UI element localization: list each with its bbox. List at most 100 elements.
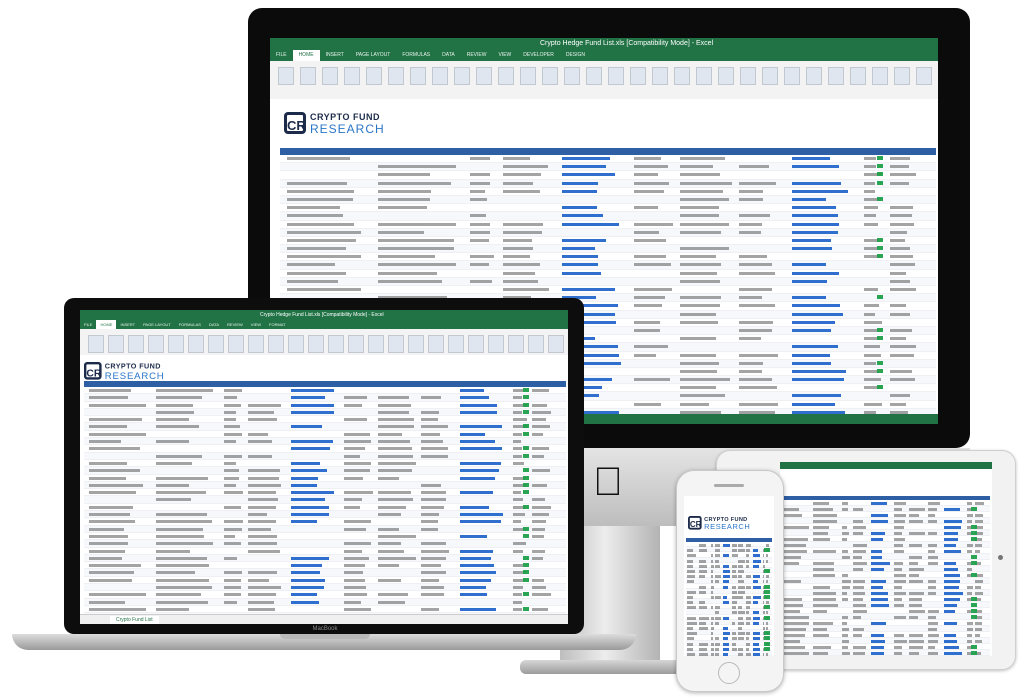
ribbon-tab[interactable]: FILE xyxy=(270,50,293,61)
table-row[interactable] xyxy=(84,562,566,570)
ribbon-tab[interactable]: REVIEW xyxy=(223,320,247,329)
table-row[interactable] xyxy=(280,237,936,246)
ribbon-button[interactable] xyxy=(88,335,104,353)
ribbon-button[interactable] xyxy=(652,67,668,85)
ribbon-button[interactable] xyxy=(108,335,124,353)
ribbon-tab[interactable]: REVIEW xyxy=(461,50,493,61)
ribbon-button[interactable] xyxy=(348,335,364,353)
ribbon-button[interactable] xyxy=(300,67,316,85)
table-row[interactable] xyxy=(280,188,936,196)
ribbon-tab[interactable]: DATA xyxy=(205,320,223,329)
ribbon-tab[interactable]: DESIGN xyxy=(560,50,591,61)
ribbon-button[interactable] xyxy=(916,67,932,85)
ribbon-button[interactable] xyxy=(850,67,866,85)
ribbon-tab[interactable]: VIEW xyxy=(247,320,265,329)
table-row[interactable] xyxy=(84,489,566,497)
table-row[interactable] xyxy=(84,504,566,512)
table-row[interactable] xyxy=(280,261,936,270)
table-row[interactable] xyxy=(84,606,566,614)
ribbon-button[interactable] xyxy=(328,335,344,353)
ribbon-button[interactable] xyxy=(410,67,426,85)
table-row[interactable] xyxy=(84,423,566,431)
fund-table[interactable] xyxy=(84,387,566,624)
ribbon-button[interactable] xyxy=(468,335,484,353)
ribbon-button[interactable] xyxy=(520,67,536,85)
ribbon-button[interactable] xyxy=(528,335,544,353)
table-row[interactable] xyxy=(84,431,566,439)
table-row[interactable] xyxy=(280,204,936,213)
ribbon-tab[interactable]: VIEW xyxy=(492,50,517,61)
ribbon-button[interactable] xyxy=(586,67,602,85)
table-row[interactable] xyxy=(84,438,566,446)
table-row[interactable] xyxy=(84,408,566,417)
ribbon-button[interactable] xyxy=(488,335,504,353)
table-row[interactable] xyxy=(84,402,566,409)
ribbon-button[interactable] xyxy=(432,67,448,85)
ribbon-button[interactable] xyxy=(288,335,304,353)
table-row[interactable] xyxy=(84,416,566,424)
ribbon-tab[interactable]: HOME xyxy=(96,320,117,329)
ribbon-button[interactable] xyxy=(268,335,284,353)
ribbon-tab[interactable]: PAGE LAYOUT xyxy=(350,50,397,61)
fund-table[interactable] xyxy=(782,500,990,656)
ribbon-button[interactable] xyxy=(388,335,404,353)
table-row[interactable] xyxy=(280,245,936,254)
ribbon-button[interactable] xyxy=(894,67,910,85)
ribbon-tab[interactable]: DATA xyxy=(436,50,461,61)
ribbon-button[interactable] xyxy=(344,67,360,85)
ribbon-button[interactable] xyxy=(476,67,492,85)
table-row[interactable] xyxy=(84,445,566,453)
ribbon-button[interactable] xyxy=(740,67,756,85)
table-row[interactable] xyxy=(280,270,936,278)
table-row[interactable] xyxy=(280,277,936,286)
ribbon-button[interactable] xyxy=(696,67,712,85)
ribbon-button[interactable] xyxy=(608,67,624,85)
sheet-tab[interactable]: Crypto Fund List xyxy=(110,616,159,624)
ribbon-tab[interactable]: FORMULAS xyxy=(175,320,205,329)
ribbon-button[interactable] xyxy=(448,335,464,353)
table-row[interactable] xyxy=(280,155,936,164)
table-row[interactable] xyxy=(84,548,566,555)
ribbon-button[interactable] xyxy=(806,67,822,85)
ribbon-tab[interactable]: FORMAT xyxy=(265,320,290,329)
ribbon-button[interactable] xyxy=(762,67,778,85)
ribbon-button[interactable] xyxy=(388,67,404,85)
table-row[interactable] xyxy=(84,460,566,468)
ribbon-tab[interactable]: FILE xyxy=(80,320,96,329)
ribbon-button[interactable] xyxy=(148,335,164,353)
ribbon-button[interactable] xyxy=(278,67,294,85)
ribbon-button[interactable] xyxy=(248,335,264,353)
table-row[interactable] xyxy=(84,591,566,599)
ribbon-button[interactable] xyxy=(828,67,844,85)
ribbon-tab[interactable]: INSERT xyxy=(320,50,350,61)
table-row[interactable] xyxy=(84,525,566,533)
ribbon-button[interactable] xyxy=(542,67,558,85)
ribbon-button[interactable] xyxy=(368,335,384,353)
table-row[interactable] xyxy=(280,195,936,205)
ribbon-button[interactable] xyxy=(366,67,382,85)
ribbon-button[interactable] xyxy=(168,335,184,353)
table-row[interactable] xyxy=(84,394,566,402)
ribbon-tab[interactable]: PAGE LAYOUT xyxy=(139,320,175,329)
ribbon-tab[interactable]: DEVELOPER xyxy=(517,50,560,61)
ribbon-button[interactable] xyxy=(428,335,444,353)
table-row[interactable] xyxy=(280,171,936,180)
table-row[interactable] xyxy=(84,554,566,563)
ribbon-button[interactable] xyxy=(564,67,580,85)
ribbon-button[interactable] xyxy=(872,67,888,85)
ribbon-tab[interactable]: FORMULAS xyxy=(396,50,436,61)
table-row[interactable] xyxy=(84,496,566,504)
ribbon-button[interactable] xyxy=(308,335,324,353)
ribbon-button[interactable] xyxy=(408,335,424,353)
table-row[interactable] xyxy=(84,387,566,395)
ribbon-button[interactable] xyxy=(718,67,734,85)
table-row[interactable] xyxy=(280,286,936,295)
table-row[interactable] xyxy=(84,533,566,541)
table-row[interactable] xyxy=(84,577,566,585)
table-row[interactable] xyxy=(280,221,936,229)
table-row[interactable] xyxy=(280,179,936,188)
ribbon-button[interactable] xyxy=(208,335,224,353)
table-row[interactable] xyxy=(84,540,566,548)
table-row[interactable] xyxy=(84,518,566,526)
fund-table[interactable] xyxy=(686,542,772,656)
